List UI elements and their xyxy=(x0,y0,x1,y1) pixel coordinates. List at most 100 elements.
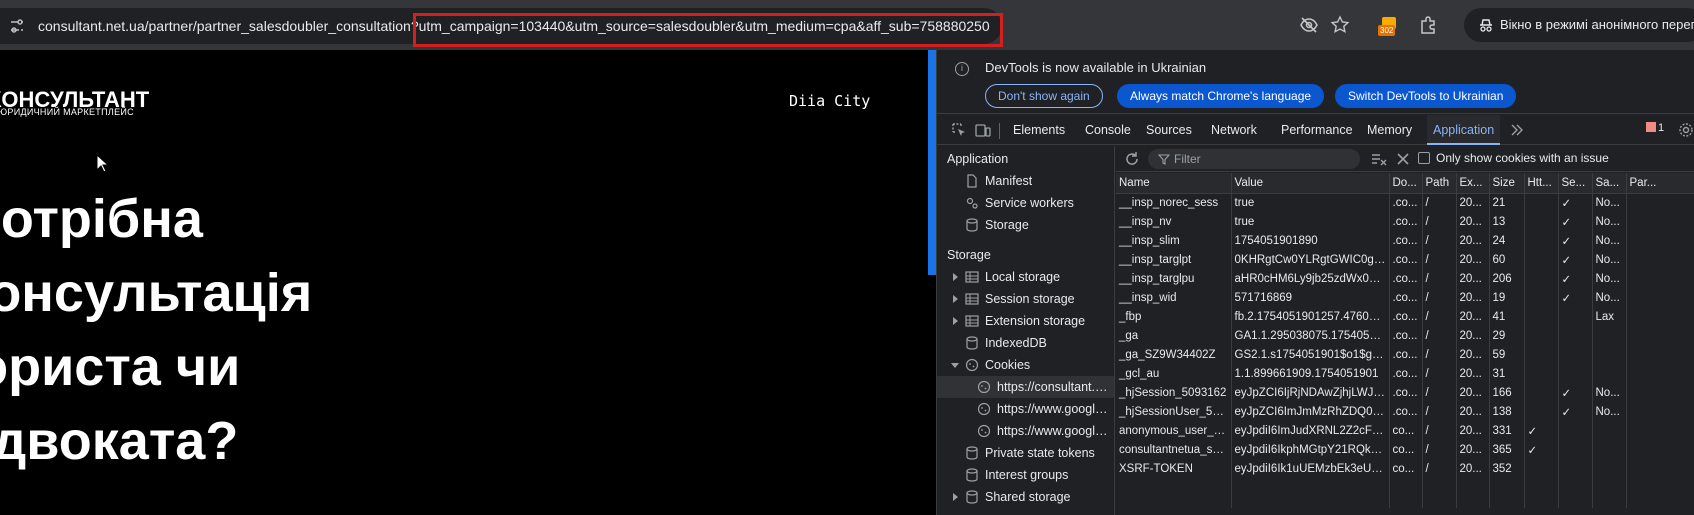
expand-arrow-icon[interactable] xyxy=(953,317,958,325)
cell-partition xyxy=(1626,288,1694,307)
sidebar-item-interest-groups[interactable]: Interest groups xyxy=(937,464,1114,486)
cell-path: / xyxy=(1422,288,1457,307)
tab-application[interactable]: Application xyxy=(1427,115,1501,145)
sidebar-item-private-state-tokens[interactable]: Private state tokens xyxy=(937,442,1114,464)
table-row[interactable]: anonymous_user_d... eyJpdiI6ImJudXRNL2Z2c… xyxy=(1116,421,1694,440)
empty-cell xyxy=(1116,478,1232,508)
column-header-samesite[interactable]: Sa... xyxy=(1592,173,1627,194)
table-row[interactable]: __insp_wid 571716869 .co.../20... 19 ✓ No... xyxy=(1116,288,1694,307)
expand-arrow-icon[interactable] xyxy=(953,493,958,501)
sidebar-item-shared-storage[interactable]: Shared storage xyxy=(937,486,1114,508)
table-row[interactable]: _ga GA1.1.295038075.1754051901 .co.../20..… xyxy=(1116,326,1694,345)
cell-domain: .co... xyxy=(1389,402,1423,421)
refresh-icon[interactable] xyxy=(1124,151,1140,167)
table-row[interactable]: __insp_norec_sess true .co.../20... 21 ✓ No..… xyxy=(1116,193,1694,212)
cell-httponly xyxy=(1524,307,1559,326)
switch-devtools-ukrainian-button[interactable]: Switch DevTools to Ukrainian xyxy=(1335,84,1517,108)
table-row[interactable]: _hjSession_5093162 eyJpZCI6IjRjNDAwZjhjLW… xyxy=(1116,383,1694,402)
table-row[interactable]: __insp_targlpt 0KHRgtCw0YLRgtGWIC0gY2....… xyxy=(1116,250,1694,269)
cell-value: GS2.1.s1754051901$o1$g0$t... xyxy=(1231,345,1390,364)
tab-network[interactable]: Network xyxy=(1211,115,1257,145)
cell-secure: ✓ xyxy=(1558,212,1593,231)
tab-memory[interactable]: Memory xyxy=(1367,115,1412,145)
sidebar-item-cookie-origin[interactable]: https://consultant.net.ua xyxy=(937,376,1114,398)
sidebar-item-indexeddb[interactable]: IndexedDB xyxy=(937,332,1114,354)
more-tabs-chevron-icon[interactable] xyxy=(1509,122,1525,138)
database-icon xyxy=(966,490,978,504)
delete-selected-icon[interactable] xyxy=(1395,151,1411,167)
table-row[interactable]: __insp_nv true .co.../20... 13 ✓ No... xyxy=(1116,212,1694,231)
column-header-partition[interactable]: Par... xyxy=(1626,173,1694,194)
sidebar-item-storage[interactable]: Storage xyxy=(937,214,1114,236)
only-issue-checkbox[interactable]: Only show cookies with an issue xyxy=(1418,151,1609,165)
column-header-path[interactable]: Path xyxy=(1422,173,1457,194)
table-row[interactable]: __insp_targlpu aHR0cHM6Ly9jb25zdWx0YW....… xyxy=(1116,269,1694,288)
expand-arrow-icon[interactable] xyxy=(953,295,958,303)
table-row[interactable]: _fbp fb.2.1754051901257.476022... .co.../2… xyxy=(1116,307,1694,326)
table-row[interactable]: XSRF-TOKEN eyJpdiI6Ik1uUEMzbEk3eU8v... co.… xyxy=(1116,459,1694,478)
filter-input[interactable] xyxy=(1174,150,1354,168)
column-header-name[interactable]: Name xyxy=(1116,173,1232,194)
column-header-value[interactable]: Value xyxy=(1231,173,1390,194)
expand-arrow-icon[interactable] xyxy=(953,273,958,281)
column-header-size[interactable]: Size xyxy=(1489,173,1525,194)
tab-sources[interactable]: Sources xyxy=(1146,115,1192,145)
column-header-secure[interactable]: Se... xyxy=(1558,173,1593,194)
always-match-language-button[interactable]: Always match Chrome's language xyxy=(1117,84,1325,108)
sidebar-section-storage: Storage xyxy=(947,248,991,262)
sidebar-item-extension-storage[interactable]: Extension storage xyxy=(937,310,1114,332)
table-row[interactable]: _hjSessionUser_509... eyJpZCI6ImJmMzRhZDQ… xyxy=(1116,402,1694,421)
table-row[interactable]: consultantnetua_se... eyJpdiI6IkphMGtpY21… xyxy=(1116,440,1694,459)
table-row[interactable]: _gcl_au 1.1.899661909.1754051901 .co.../20… xyxy=(1116,364,1694,383)
cell-name: __insp_wid xyxy=(1116,288,1232,307)
inspect-element-icon[interactable] xyxy=(951,122,967,138)
sidebar-item-cookies[interactable]: Cookies xyxy=(937,354,1114,376)
bookmark-star-icon[interactable] xyxy=(1330,15,1350,35)
devtools-resize-edge[interactable] xyxy=(928,50,936,275)
site-settings-icon[interactable] xyxy=(8,17,26,35)
sidebar-item-manifest[interactable]: Manifest xyxy=(937,170,1114,192)
tab-performance[interactable]: Performance xyxy=(1281,115,1353,145)
column-header-httponly[interactable]: Htt... xyxy=(1524,173,1559,194)
table-row[interactable]: _ga_SZ9W34402Z GS2.1.s1754051901$o1$g0$t.… xyxy=(1116,345,1694,364)
cell-path: / xyxy=(1422,345,1457,364)
settings-gear-icon[interactable] xyxy=(1678,122,1694,138)
cell-samesite: No... xyxy=(1592,383,1627,402)
cell-path: / xyxy=(1422,421,1457,440)
cell-httponly xyxy=(1524,288,1559,307)
checkbox-box[interactable] xyxy=(1418,152,1430,164)
eye-off-icon[interactable] xyxy=(1299,15,1319,35)
cell-partition xyxy=(1626,231,1694,250)
tab-console[interactable]: Console xyxy=(1085,115,1131,145)
tab-elements[interactable]: Elements xyxy=(1013,115,1065,145)
extension-icon[interactable]: 302 xyxy=(1378,14,1400,36)
sidebar-item-service-workers[interactable]: Service workers xyxy=(937,192,1114,214)
cell-expires: 20... xyxy=(1456,288,1490,307)
sidebar-item-cookie-origin[interactable]: https://www.googletagmanager.com xyxy=(937,398,1114,420)
incognito-indicator[interactable]: Вікно в режимі анонімного перегляду xyxy=(1464,8,1694,42)
cell-size: 31 xyxy=(1489,364,1525,383)
extensions-puzzle-icon[interactable] xyxy=(1418,15,1438,35)
cell-httponly xyxy=(1524,364,1559,383)
collapse-arrow-icon[interactable] xyxy=(951,363,959,368)
dont-show-again-button[interactable]: Don't show again xyxy=(985,84,1103,108)
cell-value: eyJpZCI6IjRjNDAwZjhjLWJjY2... xyxy=(1231,383,1390,402)
cell-httponly xyxy=(1524,345,1559,364)
sidebar-item-session-storage[interactable]: Session storage xyxy=(937,288,1114,310)
column-header-expires[interactable]: Ex... xyxy=(1456,173,1490,194)
sidebar-item-label: Service workers xyxy=(985,196,1074,210)
clear-all-cookies-icon[interactable] xyxy=(1371,151,1387,167)
device-toolbar-icon[interactable] xyxy=(975,122,991,138)
column-header-domain[interactable]: Do... xyxy=(1389,173,1423,194)
cookie-filter[interactable] xyxy=(1148,149,1360,169)
issues-counter[interactable]: 1 xyxy=(1646,122,1664,134)
site-logo-subtitle: ЮРИДИЧНИЙ МАРКЕТПЛЕЙС xyxy=(0,107,134,117)
sidebar-item-label: Cookies xyxy=(985,358,1031,372)
cell-size: 206 xyxy=(1489,269,1525,288)
cell-name: _fbp xyxy=(1116,307,1232,326)
sidebar-item-local-storage[interactable]: Local storage xyxy=(937,266,1114,288)
cell-domain: .co... xyxy=(1389,383,1423,402)
table-row[interactable]: __insp_slim 1754051901890 .co.../20... 24 ✓ N… xyxy=(1116,231,1694,250)
cell-path: / xyxy=(1422,383,1457,402)
sidebar-item-cookie-origin[interactable]: https://www.google.com xyxy=(937,420,1114,442)
